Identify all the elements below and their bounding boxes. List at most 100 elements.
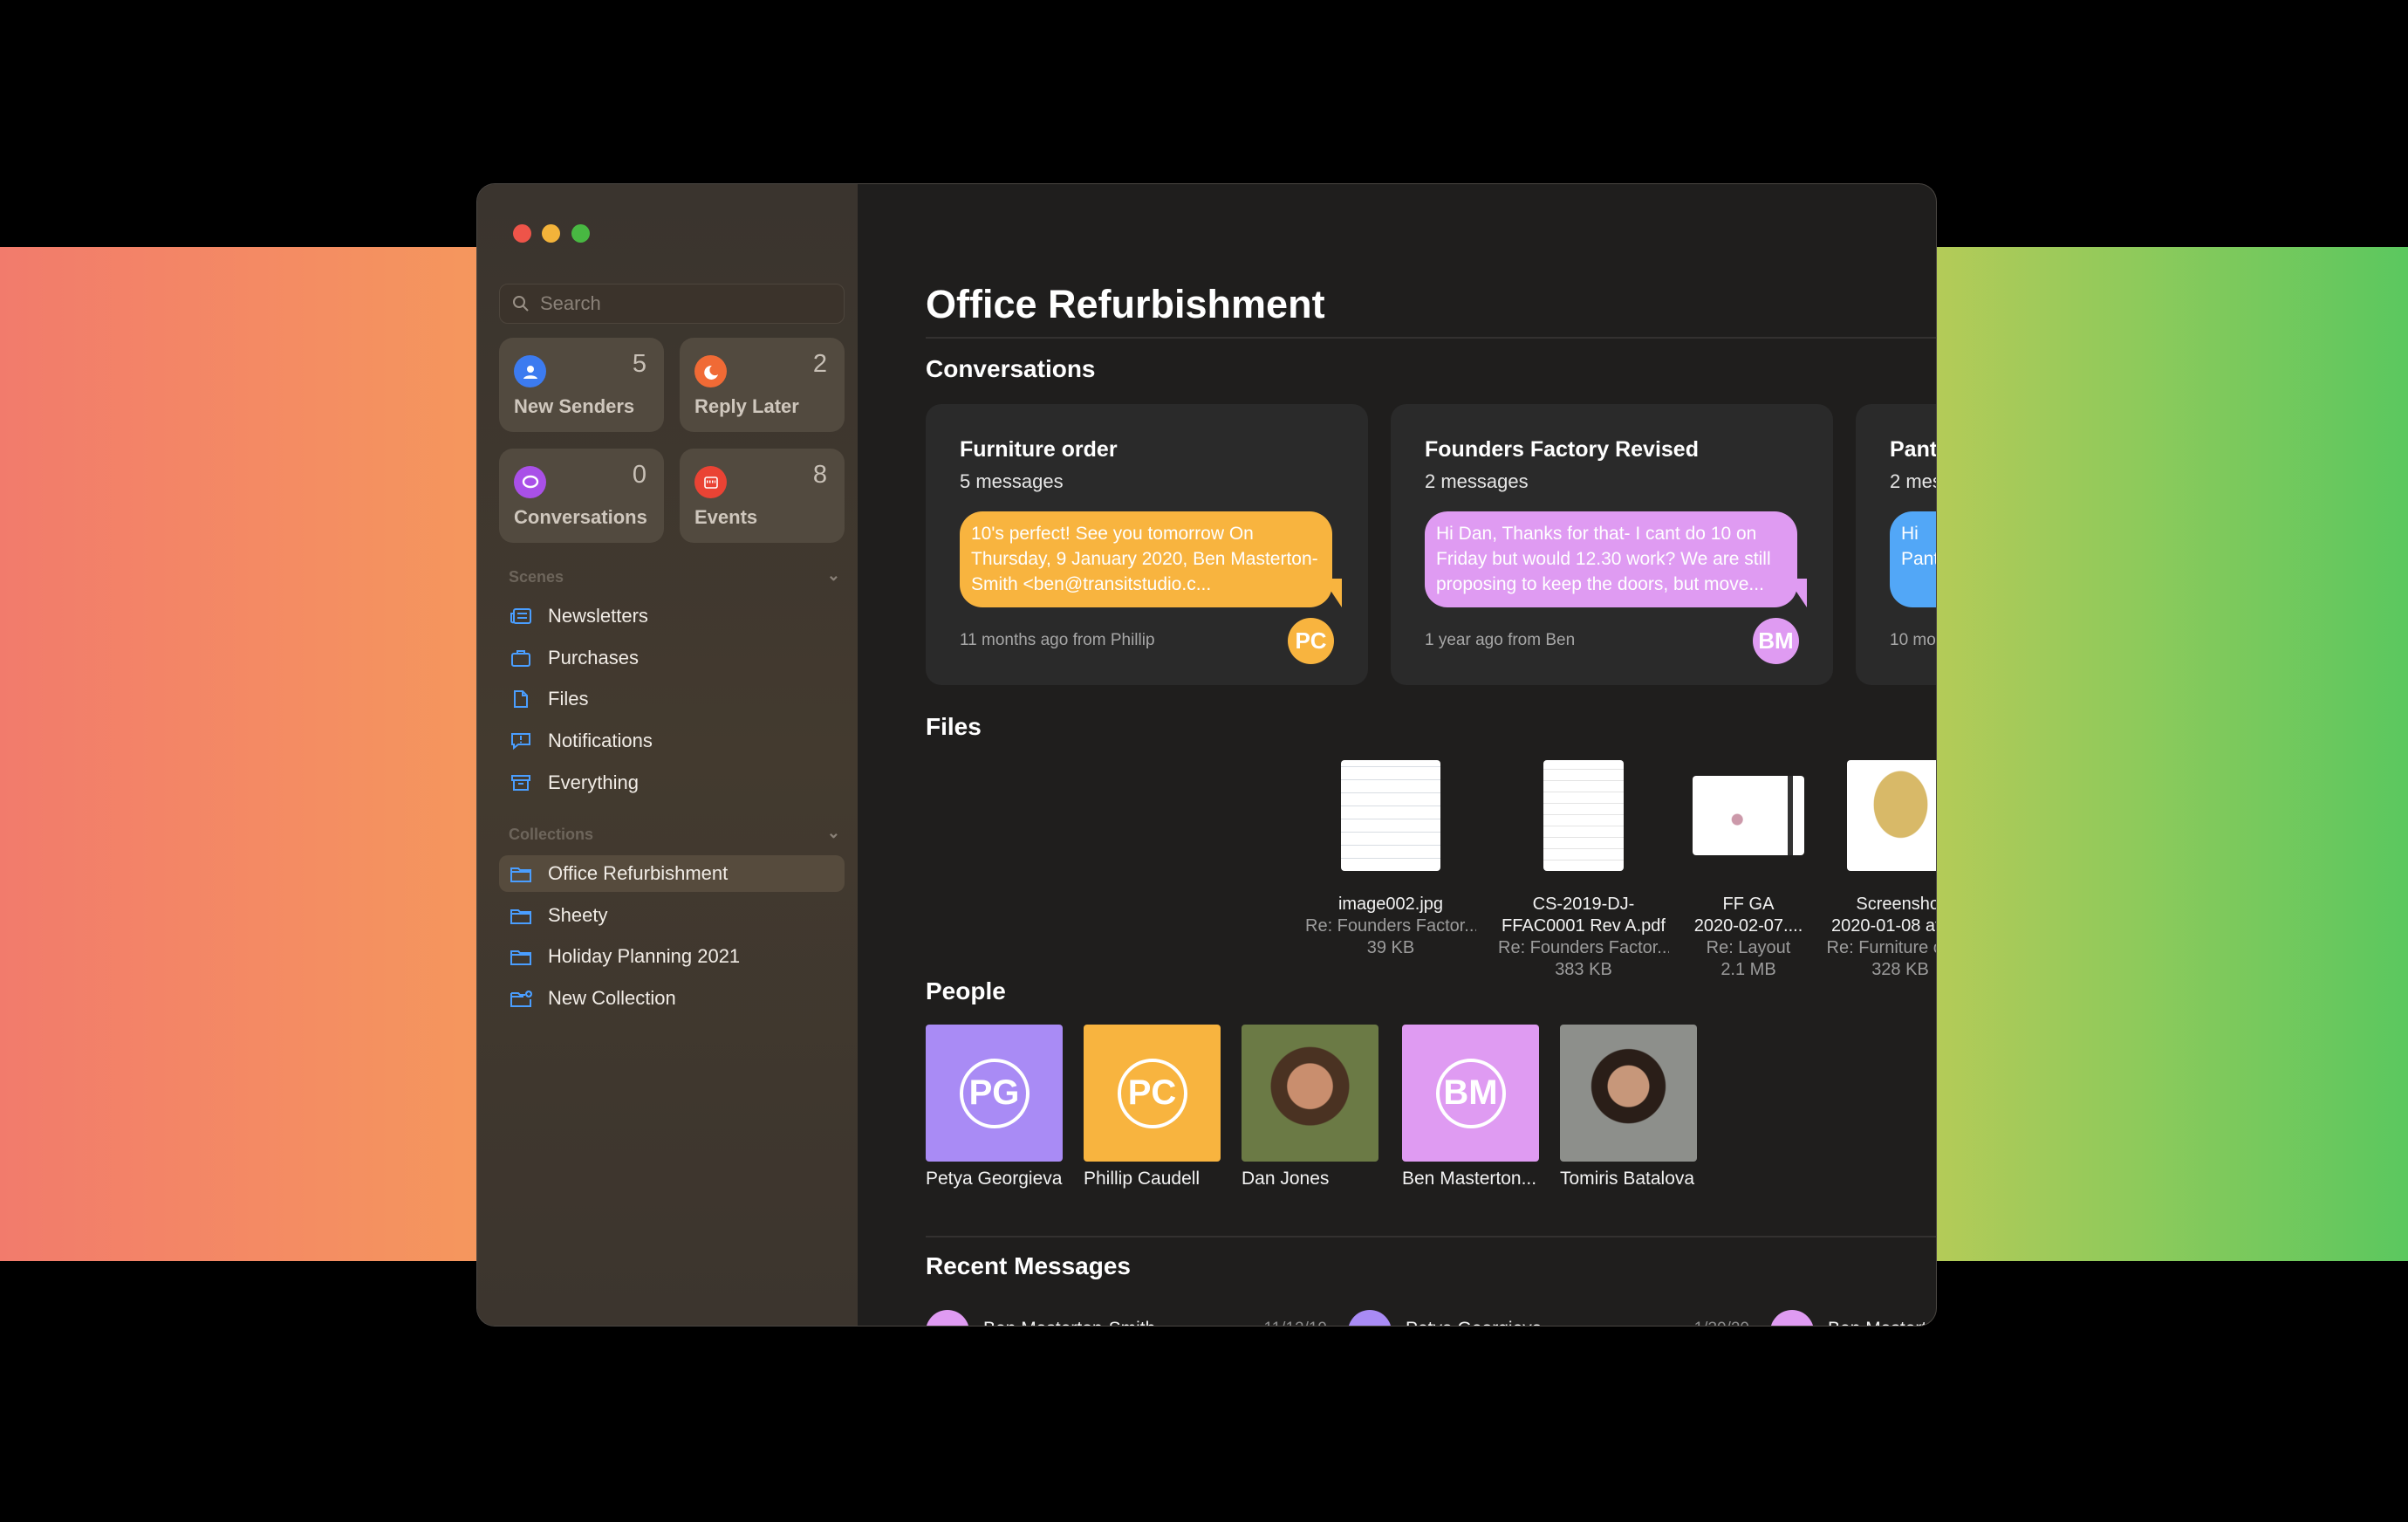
main-content: Office Refurbishment Conversations Furni… bbox=[858, 184, 1936, 1326]
conversation-footer: 11 months ago from Phillip bbox=[960, 631, 1155, 649]
avatar: PC bbox=[1288, 618, 1334, 664]
file-name-line2: 2020-02-07.... bbox=[1693, 916, 1803, 936]
person-tile[interactable]: Tomiris Batalova bbox=[1560, 1025, 1700, 1189]
file-item[interactable]: Screenshot 2020-01-08 at 1... Re: Furnitur… bbox=[1815, 760, 1936, 981]
scenes-item-files[interactable]: Files bbox=[499, 681, 845, 717]
file-thumbnail bbox=[1305, 760, 1476, 871]
recent-messages-header: Recent Messages bbox=[926, 1252, 1132, 1279]
conversation-card[interactable]: Pant 2 mes Hi P Pant this 10 mo bbox=[1856, 404, 1936, 685]
conversation-count: 5 messages bbox=[960, 470, 1064, 492]
tile-conversations[interactable]: 0 Conversations bbox=[499, 449, 664, 543]
conversation-card[interactable]: Furniture order 5 messages 10's perfect! S… bbox=[926, 404, 1368, 685]
file-item[interactable]: FF GA 2020-02-07.... Re: Layout 2.1 MB bbox=[1663, 760, 1834, 981]
scenes-header[interactable]: Scenes ⌄ bbox=[509, 566, 840, 586]
file-thumbnail bbox=[1498, 760, 1669, 871]
conversation-footer: 10 mo bbox=[1890, 631, 1936, 649]
tile-count: 8 bbox=[812, 461, 827, 489]
people-header: People bbox=[926, 977, 1006, 1004]
collections-item-sheety[interactable]: Sheety bbox=[499, 897, 845, 934]
file-item[interactable]: CS-2019-DJ- FFAC0001 Rev A.pdf Re: Founder… bbox=[1498, 760, 1669, 981]
file-name-line2: 2020-01-08 at 1... bbox=[1831, 916, 1936, 936]
tile-reply-later[interactable]: 2 Reply Later bbox=[680, 338, 845, 432]
tile-label: New Senders bbox=[514, 395, 635, 417]
document-icon bbox=[514, 690, 528, 709]
search-placeholder: Search bbox=[540, 292, 601, 314]
scenes-item-label: Purchases bbox=[548, 646, 639, 668]
close-window-button[interactable] bbox=[513, 224, 531, 243]
scenes-header-label: Scenes bbox=[509, 568, 564, 586]
person-tile[interactable]: BM Ben Masterton... bbox=[1402, 1025, 1542, 1189]
person-tile[interactable]: PG Petya Georgieva bbox=[926, 1025, 1065, 1189]
folder-add-icon bbox=[510, 991, 532, 1008]
person-photo bbox=[1560, 1025, 1697, 1162]
files-header: Files bbox=[926, 713, 982, 740]
person-name: Petya Georgieva bbox=[926, 1169, 1063, 1189]
collections-item-office-refurbishment[interactable]: Office Refurbishment bbox=[499, 855, 845, 892]
file-thumbnail bbox=[1663, 760, 1834, 871]
collections-item-label: Office Refurbishment bbox=[548, 862, 729, 884]
speech-bubble-icon bbox=[514, 466, 546, 498]
file-item[interactable]: image002.jpg Re: Founders Factor... 39 KB bbox=[1305, 760, 1476, 959]
newspaper-icon bbox=[510, 608, 531, 624]
person-name: Tomiris Batalova bbox=[1560, 1169, 1695, 1189]
tile-count: 2 bbox=[812, 350, 827, 378]
file-size: 2.1 MB bbox=[1720, 960, 1776, 979]
person-tile[interactable]: PC Phillip Caudell bbox=[1084, 1025, 1223, 1189]
conversation-count: 2 messages bbox=[1425, 470, 1529, 492]
scenes-item-newsletters[interactable]: Newsletters bbox=[499, 598, 845, 634]
tile-label: Conversations bbox=[514, 506, 647, 528]
person-tile[interactable]: Dan Jones bbox=[1242, 1025, 1381, 1189]
file-subject: Re: Founders Factor... bbox=[1498, 938, 1669, 957]
conversation-card[interactable]: Founders Factory Revised 2 messages Hi Dan… bbox=[1391, 404, 1833, 685]
person-name: Dan Jones bbox=[1242, 1169, 1330, 1189]
conversation-title: Furniture order bbox=[960, 437, 1118, 462]
chevron-down-icon[interactable]: ⌄ bbox=[827, 566, 840, 585]
message-date: 11/12/19 bbox=[1263, 1320, 1327, 1326]
scenes-item-label: Everything bbox=[548, 771, 639, 793]
bag-icon bbox=[511, 649, 530, 667]
divider bbox=[926, 337, 1936, 339]
conversation-title: Pant bbox=[1890, 437, 1936, 462]
collections-item-label: Sheety bbox=[548, 903, 608, 926]
conversations-header: Conversations bbox=[926, 355, 1096, 382]
alert-bubble-icon bbox=[511, 733, 530, 751]
recent-message[interactable]: Ben Mastert bbox=[1770, 1310, 1936, 1326]
recent-message[interactable]: Ben Masterton-Smith11/12/19 bbox=[926, 1310, 1327, 1326]
collections-header[interactable]: Collections ⌄ bbox=[509, 824, 840, 844]
search-input[interactable]: Search bbox=[499, 284, 845, 324]
person-name: Phillip Caudell bbox=[1084, 1169, 1201, 1189]
archive-box-icon bbox=[511, 774, 530, 791]
scenes-item-everything[interactable]: Everything bbox=[499, 764, 845, 801]
conversation-count: 2 mes bbox=[1890, 470, 1936, 492]
person-avatar: PG bbox=[926, 1025, 1063, 1162]
avatar bbox=[1348, 1310, 1392, 1326]
moon-icon bbox=[694, 355, 727, 387]
scenes-item-purchases[interactable]: Purchases bbox=[499, 640, 845, 676]
tile-events[interactable]: 8 Events bbox=[680, 449, 845, 543]
recent-message[interactable]: Petya Georgieva1/30/20 bbox=[1348, 1310, 1749, 1326]
collections-item-new-collection[interactable]: New Collection bbox=[499, 980, 845, 1017]
file-name: CS-2019-DJ- bbox=[1532, 895, 1635, 914]
collections-item-holiday-planning-2021[interactable]: Holiday Planning 2021 bbox=[499, 938, 845, 975]
file-name: Screenshot bbox=[1856, 895, 1936, 914]
file-size: 383 KB bbox=[1555, 960, 1612, 979]
scenes-item-notifications[interactable]: Notifications bbox=[499, 723, 845, 759]
minimize-window-button[interactable] bbox=[542, 224, 560, 243]
scenes-item-label: Notifications bbox=[548, 730, 653, 752]
message-preview-bubble: 10's perfect! See you tomorrow On Thursd… bbox=[960, 511, 1332, 607]
maximize-window-button[interactable] bbox=[571, 224, 590, 243]
message-preview-bubble: Hi Dan, Thanks for that- I cant do 10 on… bbox=[1425, 511, 1797, 607]
sender-name: Ben Mastert bbox=[1828, 1319, 1936, 1326]
message-preview-bubble: Hi P Pant this bbox=[1890, 511, 1936, 607]
collections-item-label: Holiday Planning 2021 bbox=[548, 945, 741, 968]
divider bbox=[926, 1236, 1936, 1237]
message-date: 1/30/20 bbox=[1694, 1320, 1749, 1326]
file-name: image002.jpg bbox=[1337, 895, 1444, 914]
tile-count: 0 bbox=[632, 461, 646, 489]
avatar-initials: PG bbox=[959, 1058, 1030, 1128]
collections-header-label: Collections bbox=[509, 826, 594, 843]
tile-new-senders[interactable]: 5 New Senders bbox=[499, 338, 664, 432]
person-avatar: PC bbox=[1084, 1025, 1221, 1162]
tile-count: 5 bbox=[632, 350, 646, 378]
chevron-down-icon[interactable]: ⌄ bbox=[827, 824, 840, 842]
